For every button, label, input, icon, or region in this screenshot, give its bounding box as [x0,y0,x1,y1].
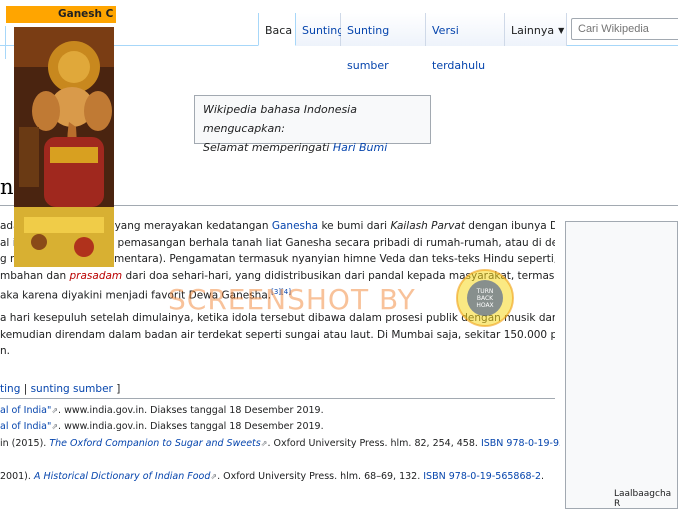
reference-text: 2001). [0,471,34,482]
references-divider [0,398,555,399]
turnbackhoax-badge-icon: TURN BACK HOAX [456,269,514,327]
tab-history[interactable]: Versi terdahulu [426,13,505,72]
prasadam-redlink[interactable]: prasadam [70,270,123,282]
text-span: ke bumi dari [318,220,391,232]
reference-text: . www.india.gov.in. Diakses tanggal 18 D… [58,405,324,416]
reference-book-link[interactable]: A Historical Dictionary of Indian Food [34,471,210,482]
reference-text: . www.india.gov.in. Diakses tanggal 18 D… [58,421,324,432]
edit-bracket: ] [112,383,121,395]
reference-item: 2001). A Historical Dictionary of Indian… [0,470,560,484]
isbn-link[interactable]: ISBN 978-0-19-931361- [481,438,560,449]
reference-text: in (2015). [0,438,50,449]
badge-text-3: HOAX [476,302,493,309]
tab-bar-left-edge [0,26,6,59]
text-span: mbahan dan [0,269,70,282]
kailash-parvat-text: Kailash Parvat [390,220,465,232]
tab-edit-label: Sunting [302,24,345,37]
para2-line2: kemudian direndam dalam badan air terdek… [0,328,555,341]
ganesha-idol-image [14,27,114,267]
badge-text-1: TURN [476,288,494,295]
infobox-header: Ganesh C [6,6,116,23]
tab-edit-source[interactable]: Sunting sumber [341,13,426,72]
earth-day-link[interactable]: Hari Bumi [333,141,387,154]
reference-book-link[interactable]: The Oxford Companion to Sugar and Sweets [49,438,260,449]
notice-line-2: Selamat memperingati Hari Bumi [203,138,422,157]
reference-link[interactable]: al of India" [0,405,51,416]
tab-read-label: Baca [265,24,293,37]
chevron-down-icon: ▼ [558,26,565,35]
ganesha-link[interactable]: Ganesha [272,220,318,232]
tab-edit-source-label: Sunting sumber [347,24,390,72]
text-span: dengan ibunya Dewi [468,220,555,232]
tab-more-label: Lainnya [511,24,555,37]
notice-prefix: Selamat memperingati [203,141,333,154]
tab-more[interactable]: Lainnya ▼ [505,13,567,46]
reference-text: . [541,471,545,482]
infobox-image[interactable] [14,27,114,267]
reference-text: . Oxford University Press. hlm. 68–69, 1… [217,471,424,482]
isbn-link[interactable]: ISBN 978-0-19-565868-2 [423,471,541,482]
tab-read[interactable]: Baca [258,13,296,46]
site-notice: Wikipedia bahasa Indonesia mengucapkan: … [194,95,431,154]
infobox-caption-text: Laalbaagcha R [614,489,672,509]
reference-item: al of India"⇗. www.india.gov.in. Diakses… [0,404,560,418]
tab-edit[interactable]: Sunting [296,13,345,46]
search-input[interactable] [571,18,678,40]
reference-item: in (2015). The Oxford Companion to Sugar… [0,437,560,451]
notice-line-1: Wikipedia bahasa Indonesia mengucapkan: [203,103,357,135]
edit-section-link[interactable]: ting [0,383,20,395]
infobox [565,221,678,509]
badge-text-2: BACK [477,295,494,302]
para2-line3: n. [0,345,10,357]
watermark-text: SCREENSHOT BY [168,283,416,316]
reference-link[interactable]: al of India" [0,421,51,432]
section-edit-links: ting | sunting sumber ] [0,383,120,395]
edit-source-section-link[interactable]: sunting sumber [31,383,113,395]
reference-item: al of India"⇗. www.india.gov.in. Diakses… [0,420,560,434]
tab-history-label: Versi terdahulu [432,24,486,72]
reference-text: . Oxford University Press. hlm. 82, 254,… [267,438,481,449]
edit-separator: | [20,383,31,395]
